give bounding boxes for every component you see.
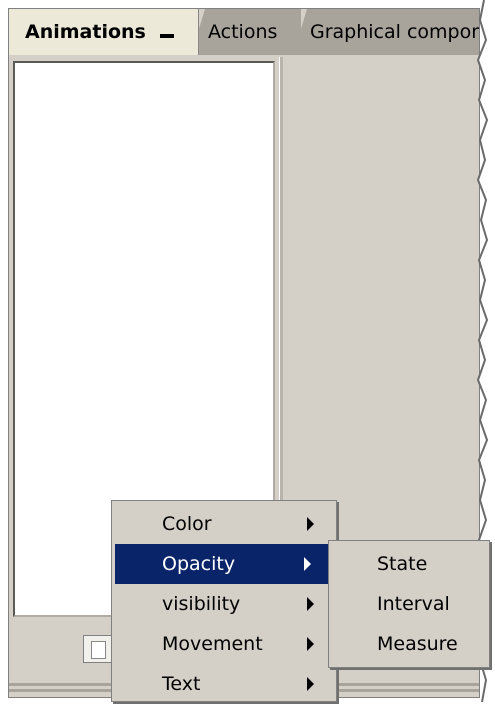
opacity-submenu: State Interval Measure [328, 540, 490, 668]
menu-item-text[interactable]: Text [112, 664, 336, 704]
menu-item-label: Opacity [162, 553, 236, 575]
submenu-arrow-icon [307, 517, 314, 531]
menu-item-color[interactable]: Color [112, 504, 336, 544]
menu-item-label: visibility [162, 593, 241, 615]
submenu-item-state[interactable]: State [329, 544, 489, 584]
new-document-icon [91, 641, 106, 659]
tab-animations[interactable]: Animations [9, 9, 199, 55]
menu-item-label: Color [162, 513, 212, 535]
submenu-item-label: Measure [377, 633, 458, 655]
menu-item-movement[interactable]: Movement [112, 624, 336, 664]
animation-type-menu: Color Opacity visibility Movement Text [111, 500, 337, 702]
menu-item-label: Movement [162, 633, 263, 655]
tab-label: Graphical compone [310, 21, 480, 43]
submenu-item-interval[interactable]: Interval [329, 584, 489, 624]
menu-item-label: Text [162, 673, 201, 695]
new-animation-button[interactable] [83, 635, 113, 663]
submenu-item-label: State [377, 553, 428, 575]
tab-label: Actions [208, 21, 278, 43]
submenu-item-measure[interactable]: Measure [329, 624, 489, 664]
tab-graphical-components[interactable]: Graphical compone [293, 9, 480, 55]
menu-item-visibility[interactable]: visibility [112, 584, 336, 624]
tab-label: Animations [25, 21, 146, 43]
tab-actions[interactable]: Actions [191, 9, 301, 55]
menu-item-opacity[interactable]: Opacity [115, 544, 333, 584]
minimize-icon[interactable] [159, 34, 174, 38]
submenu-arrow-icon [307, 637, 314, 651]
submenu-item-label: Interval [377, 593, 450, 615]
tab-bar: Animations Actions Graphical compone [9, 9, 479, 55]
submenu-arrow-icon [307, 677, 314, 691]
submenu-arrow-icon [304, 557, 311, 571]
submenu-arrow-icon [307, 597, 314, 611]
